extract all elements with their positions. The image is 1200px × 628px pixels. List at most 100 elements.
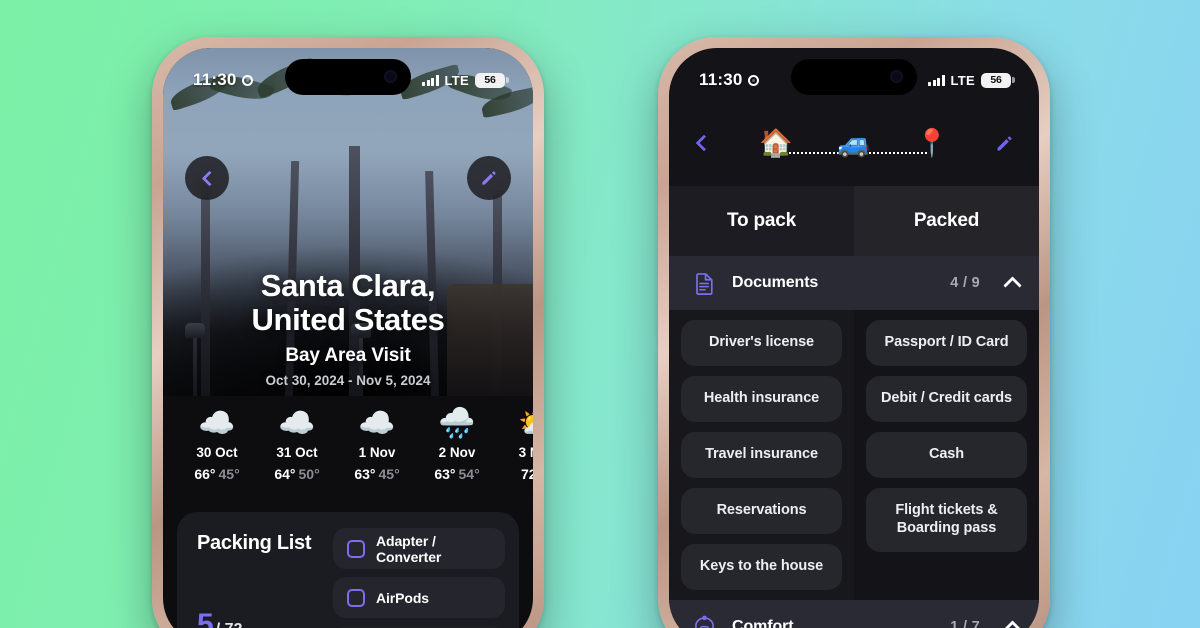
packing-list-item[interactable]: AirPods	[333, 577, 505, 618]
weather-high: 72°	[521, 466, 533, 482]
weather-icon: ☁️	[358, 407, 396, 440]
weather-temps: 64° 50°	[257, 466, 337, 482]
section-count: 1 / 7	[950, 619, 980, 628]
packing-list-item[interactable]: Adapter / Converter	[333, 528, 505, 569]
packing-item-label: AirPods	[376, 589, 429, 606]
section-header-documents[interactable]: Documents 4 / 9	[669, 256, 1039, 310]
status-time: 11:30	[193, 70, 237, 89]
packing-item-chip[interactable]: Driver's license	[681, 320, 842, 366]
cellular-signal-icon	[422, 74, 439, 86]
trip-city-line1: Santa Clara,	[260, 268, 436, 304]
packing-item-chip[interactable]: Health insurance	[681, 376, 842, 422]
packing-progress: 5 / 72	[197, 608, 323, 628]
packing-item-chip[interactable]: Debit / Credit cards	[866, 376, 1027, 422]
weather-day: ☁️ 31 Oct 64° 50°	[257, 396, 337, 504]
weather-date: 30 Oct	[196, 445, 238, 460]
weather-high: 63°	[354, 466, 376, 482]
battery-level: 56	[990, 74, 1002, 86]
packing-item-chip[interactable]: Passport / ID Card	[866, 320, 1027, 366]
trip-title-block: Santa Clara, United States Bay Area Visi…	[163, 269, 533, 388]
location-arrow-icon	[747, 74, 759, 86]
packing-item-chip[interactable]: Cash	[866, 432, 1027, 478]
weather-temps: 66° 45°	[177, 466, 257, 482]
car-with-luggage-icon[interactable]: 🚙	[837, 128, 871, 158]
weather-temps: 63° 54°	[417, 466, 497, 482]
weather-high: 63°	[434, 466, 456, 482]
battery-indicator: 56	[475, 72, 509, 88]
pencil-icon	[482, 171, 496, 185]
trip-route-bar: 🏠 🚙 📍	[669, 100, 1039, 186]
section-header-comfort[interactable]: Comfort 1 / 7	[669, 600, 1039, 628]
weather-date: 2 Nov	[438, 445, 476, 460]
packing-total-count: / 72	[216, 621, 243, 628]
back-button[interactable]	[185, 156, 229, 200]
section-items-documents: Driver's license Health insurance Travel…	[669, 310, 1039, 600]
weather-date: 31 Oct	[276, 445, 318, 460]
chevron-up-icon[interactable]	[1003, 276, 1022, 295]
packing-item-chip[interactable]: Reservations	[681, 488, 842, 534]
packing-item-chip[interactable]: Flight tickets & Boarding pass	[866, 488, 1027, 552]
weather-low: 54°	[458, 466, 480, 482]
edit-trip-button[interactable]	[467, 156, 511, 200]
weather-day: ☁️ 30 Oct 66° 45°	[177, 396, 257, 504]
packing-packed-count: 5	[197, 608, 214, 628]
battery-indicator: 56	[981, 72, 1015, 88]
chevron-left-icon	[695, 134, 713, 152]
section-title: Documents	[732, 274, 819, 291]
phone-device-left: Santa Clara, United States Bay Area Visi…	[152, 37, 544, 628]
location-arrow-icon	[241, 74, 253, 86]
weather-date: 3 Nov	[518, 445, 533, 460]
packing-item-chip[interactable]: Travel insurance	[681, 432, 842, 478]
status-time: 11:30	[699, 70, 743, 89]
status-time-group: 11:30	[699, 70, 759, 90]
pencil-icon	[997, 136, 1011, 150]
pack-tabs: To pack Packed	[669, 186, 1039, 256]
packing-item-chip[interactable]: Keys to the house	[681, 544, 842, 590]
tab-to-pack[interactable]: To pack	[669, 186, 854, 256]
trip-city-line2: United States	[251, 301, 445, 337]
items-column-left: Driver's license Health insurance Travel…	[669, 310, 854, 600]
tab-packed[interactable]: Packed	[854, 186, 1039, 256]
back-button[interactable]	[691, 134, 717, 152]
battery-level: 56	[484, 74, 496, 86]
edit-list-button[interactable]	[991, 133, 1017, 154]
neck-pillow-icon	[691, 614, 718, 628]
network-label: LTE	[950, 72, 975, 88]
weather-icon: ⛅	[497, 406, 533, 442]
status-indicators: LTE 56	[422, 72, 509, 88]
trip-name: Bay Area Visit	[285, 345, 411, 366]
map-pin-icon[interactable]: 📍	[915, 128, 949, 158]
chevron-up-icon[interactable]	[1003, 620, 1022, 628]
checkbox-unchecked-icon[interactable]	[347, 539, 365, 558]
status-time-group: 11:30	[193, 70, 253, 90]
dynamic-island-right	[791, 59, 917, 95]
status-indicators: LTE 56	[928, 72, 1015, 88]
phone-screen-left: Santa Clara, United States Bay Area Visi…	[163, 48, 533, 628]
weather-high: 66°	[194, 466, 216, 482]
home-icon[interactable]: 🏠	[759, 128, 793, 158]
chevron-left-icon	[201, 170, 217, 186]
packing-items: Adapter / Converter AirPods AirPods char…	[333, 528, 505, 628]
packing-list-title: Packing List	[197, 532, 312, 554]
packing-summary: Packing List 5 / 72	[191, 528, 323, 628]
document-icon	[691, 270, 718, 297]
front-camera-icon	[384, 70, 397, 83]
weather-temps: 72°5	[497, 466, 533, 482]
weather-day: 🌧️ 2 Nov 63° 54°	[417, 396, 497, 504]
route-progress: 🏠 🚙 📍	[729, 119, 979, 167]
packing-list-card[interactable]: Packing List 5 / 72 Adapter / Converter …	[177, 512, 519, 628]
section-count: 4 / 9	[950, 275, 980, 291]
weather-day: ⛅ 3 Nov 72°5	[497, 396, 533, 504]
items-column-right: Passport / ID Card Debit / Credit cards …	[854, 310, 1039, 600]
packing-sections: Documents 4 / 9 Driver's license Health …	[669, 256, 1039, 628]
weather-low: 45°	[378, 466, 400, 482]
front-camera-icon	[890, 70, 903, 83]
trip-city: Santa Clara, United States	[181, 269, 515, 336]
weather-day: ☁️ 1 Nov 63° 45°	[337, 396, 417, 504]
trip-hero-image: Santa Clara, United States Bay Area Visi…	[163, 48, 533, 396]
weather-temps: 63° 45°	[337, 466, 417, 482]
weather-icon: 🌧️	[438, 407, 476, 440]
network-label: LTE	[444, 72, 469, 88]
weather-date: 1 Nov	[358, 445, 396, 460]
checkbox-unchecked-icon[interactable]	[347, 588, 365, 607]
